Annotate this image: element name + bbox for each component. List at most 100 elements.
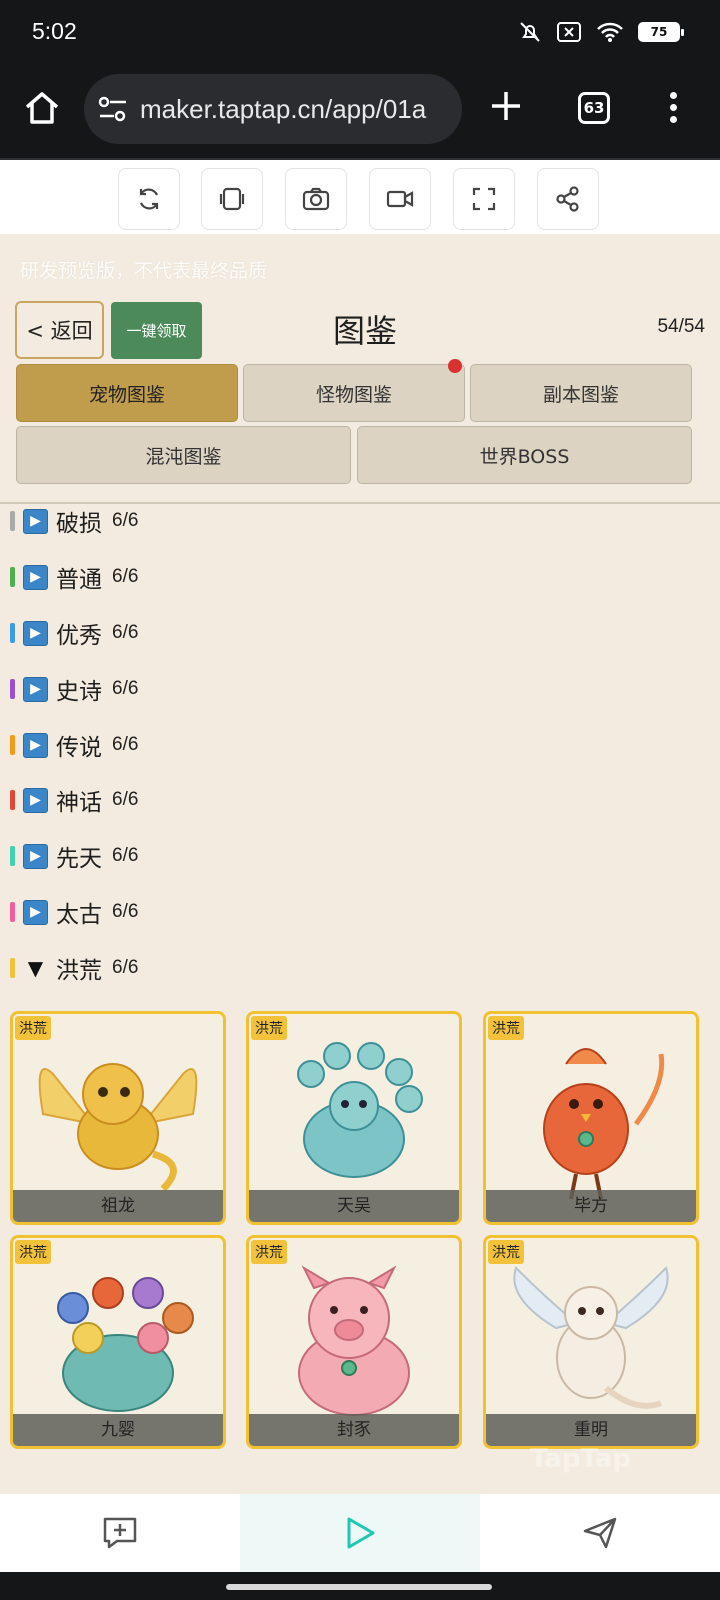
expand-icon: ▶	[23, 787, 48, 813]
rarity-color-bar	[10, 511, 15, 531]
expand-icon: ▶	[23, 843, 48, 869]
site-settings-icon[interactable]	[98, 96, 128, 122]
page-title: 图鉴	[332, 312, 397, 350]
pet-name: 九婴	[13, 1414, 223, 1446]
play-icon	[347, 1517, 375, 1549]
rotate-button[interactable]	[201, 168, 263, 230]
wifi-icon	[597, 22, 623, 42]
collection-count: 54/54	[657, 316, 705, 337]
tool-bar	[0, 158, 720, 234]
tab-switcher-button[interactable]: 63	[578, 92, 610, 124]
category-row[interactable]: ▶ 太古 6/6	[10, 894, 138, 930]
rarity-color-bar	[10, 623, 15, 643]
category-row[interactable]: ▶ 普通 6/6	[10, 559, 138, 595]
fullscreen-icon	[472, 187, 496, 211]
category-count: 6/6	[112, 678, 139, 699]
record-button[interactable]	[369, 168, 431, 230]
taptap-watermark: TapTap	[530, 1444, 632, 1474]
send-button[interactable]	[480, 1494, 720, 1572]
category-name: 普通	[56, 567, 102, 593]
tab-world-boss[interactable]: 世界BOSS	[357, 426, 692, 484]
pet-name: 封豕	[249, 1414, 459, 1446]
category-row[interactable]: ▶ 神话 6/6	[10, 782, 138, 818]
menu-icon[interactable]	[668, 92, 678, 126]
expand-icon: ▶	[23, 620, 48, 646]
comment-add-icon	[103, 1517, 137, 1549]
tab-label: 怪物图鉴	[315, 383, 392, 406]
tab-label: 混沌图鉴	[145, 445, 222, 468]
tab-label: 世界BOSS	[479, 445, 570, 468]
category-row-expanded[interactable]: ▼ 洪荒 6/6	[10, 950, 138, 986]
category-row[interactable]: ▶ 优秀 6/6	[10, 615, 138, 651]
new-tab-icon[interactable]	[488, 88, 524, 124]
category-name: 破损	[56, 511, 102, 537]
pet-card[interactable]: 洪荒 重明	[483, 1235, 699, 1449]
category-row[interactable]: ▶ 史诗 6/6	[10, 671, 138, 707]
battery-icon: 75	[638, 22, 684, 42]
rarity-color-bar	[10, 790, 15, 810]
rarity-color-bar	[10, 735, 15, 755]
category-name: 先天	[56, 846, 102, 872]
category-row[interactable]: ▶ 破损 6/6	[10, 503, 138, 539]
rarity-color-bar	[10, 902, 15, 922]
url-text[interactable]: maker.taptap.cn/app/01a	[140, 94, 426, 125]
rarity-tag: 洪荒	[488, 1016, 524, 1040]
send-icon	[583, 1517, 617, 1549]
pet-card[interactable]: 洪荒 封豕	[246, 1235, 462, 1449]
share-icon	[556, 186, 579, 212]
rarity-tag: 洪荒	[15, 1240, 51, 1264]
category-row[interactable]: ▶ 传说 6/6	[10, 727, 138, 763]
share-button[interactable]	[537, 168, 599, 230]
rarity-tag: 洪荒	[251, 1240, 287, 1264]
status-icons: 75	[518, 20, 684, 44]
category-name: 传说	[56, 735, 102, 761]
home-icon[interactable]	[22, 88, 62, 128]
tab-chaos-codex[interactable]: 混沌图鉴	[16, 426, 351, 484]
refresh-button[interactable]	[118, 168, 180, 230]
screenshot-icon	[302, 187, 330, 211]
record-icon	[386, 190, 414, 208]
tab-monster-codex[interactable]: 怪物图鉴	[243, 359, 465, 422]
category-count: 6/6	[112, 510, 139, 531]
category-count: 6/6	[112, 957, 139, 978]
pet-card[interactable]: 洪荒 祖龙	[10, 1011, 226, 1225]
pet-card[interactable]: 洪荒 毕方	[483, 1011, 699, 1225]
tab-label: 宠物图鉴	[88, 383, 165, 406]
rarity-tag: 洪荒	[488, 1240, 524, 1264]
rarity-color-bar	[10, 679, 15, 699]
preview-watermark: 研发预览版，不代表最终品质	[20, 260, 268, 282]
fullscreen-button[interactable]	[453, 168, 515, 230]
pet-card[interactable]: 洪荒 九婴	[10, 1235, 226, 1449]
tab-pet-codex[interactable]: 宠物图鉴	[16, 364, 238, 422]
clock: 5:02	[32, 18, 77, 44]
pet-name: 祖龙	[13, 1190, 223, 1222]
rarity-tag: 洪荒	[15, 1016, 51, 1040]
notification-dot	[448, 359, 462, 373]
pet-card[interactable]: 洪荒 天吴	[246, 1011, 462, 1225]
expand-icon: ▶	[23, 676, 48, 702]
expand-icon: ▶	[23, 564, 48, 590]
collapse-icon: ▼	[27, 956, 44, 980]
address-bar[interactable]: maker.taptap.cn/app/01a	[84, 74, 462, 144]
rotate-icon	[219, 187, 245, 211]
screenshot-button[interactable]	[285, 168, 347, 230]
category-count: 6/6	[112, 734, 139, 755]
pet-name: 毕方	[486, 1190, 696, 1222]
bottom-nav	[0, 1494, 720, 1572]
back-button[interactable]: < 返回	[15, 301, 104, 359]
category-row[interactable]: ▶ 先天 6/6	[10, 838, 138, 874]
sim-off-icon	[557, 22, 581, 42]
expand-icon: ▶	[23, 899, 48, 925]
pet-name: 天吴	[249, 1190, 459, 1222]
claim-all-button[interactable]: 一键领取	[111, 302, 202, 359]
category-name: 优秀	[56, 623, 102, 649]
category-name: 太古	[56, 902, 102, 928]
status-bar: 5:02 75	[0, 0, 720, 68]
play-button[interactable]	[240, 1494, 480, 1572]
rarity-color-bar	[10, 567, 15, 587]
tab-label: 副本图鉴	[542, 383, 619, 406]
category-count: 6/6	[112, 622, 139, 643]
tab-dungeon-codex[interactable]: 副本图鉴	[470, 364, 692, 422]
feedback-button[interactable]	[0, 1494, 240, 1572]
expand-icon: ▶	[23, 508, 48, 534]
